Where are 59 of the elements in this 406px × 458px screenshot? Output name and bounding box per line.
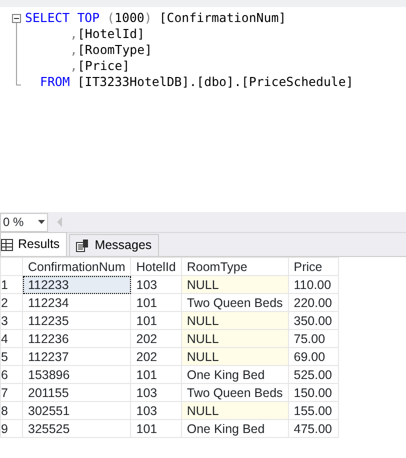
table-cell: NULL [181,402,288,420]
table-cell: 101 [130,312,182,330]
table-cell: 153896 [22,366,131,384]
row-number[interactable]: 9 [0,420,22,438]
table-cell: NULL [181,312,288,330]
table-cell: NULL [181,348,288,366]
table-cell: 101 [130,294,182,312]
table-cell: 150.00 [288,384,338,402]
row-number[interactable]: 5 [0,348,22,366]
table-cell: 110.00 [288,276,338,294]
column-header[interactable]: RoomType [181,258,288,276]
table-cell: 103 [130,384,182,402]
tab[interactable]: Messages [68,234,159,256]
row-number[interactable]: 7 [0,384,22,402]
table-cell: NULL [181,276,288,294]
table-cell: 155.00 [288,402,338,420]
table-cell: 202 [130,330,182,348]
row-number[interactable]: 8 [0,402,22,420]
table-cell: 201155 [22,384,131,402]
table-cell: 112236 [22,330,131,348]
grid-icon [1,238,13,250]
table-cell: 112233 [22,276,131,294]
row-number[interactable]: 1 [0,276,22,294]
table-cell: 103 [130,402,182,420]
code-line: ,[RoomType] [69,42,154,58]
row-number[interactable]: 3 [0,312,22,330]
table-cell: 112234 [22,294,131,312]
table-cell: NULL [181,330,288,348]
table-cell: 220.00 [288,294,338,312]
code-line: FROM [IT3233HotelDB].[dbo].[PriceSchedule] [39,74,354,90]
table-cell: 350.00 [288,312,338,330]
table-cell: 325525 [22,420,131,438]
fold-marker-icon[interactable] [12,14,22,86]
table-cell: 101 [130,366,182,384]
table-cell: 112235 [22,312,131,330]
zoom-dropdown[interactable]: 0 % [0,212,48,232]
column-header[interactable]: Price [288,258,338,276]
table-cell: 101 [130,420,182,438]
tab[interactable]: Results [0,232,67,256]
column-header[interactable]: HotelId [130,258,182,276]
row-number[interactable]: 4 [0,330,22,348]
document-icon [76,239,90,252]
table-cell: 69.00 [288,348,338,366]
table-cell: One King Bed [181,366,288,384]
table-cell: 202 [130,348,182,366]
table-cell: 103 [130,276,182,294]
code-line: ,[HotelId] [69,26,146,42]
table-cell: 475.00 [288,420,338,438]
caret-icon [38,220,45,224]
row-number[interactable]: 6 [0,366,22,384]
column-header[interactable]: ConfirmationNum [22,258,131,276]
table-cell: 302551 [22,402,131,420]
table-cell: 525.00 [288,366,338,384]
row-number[interactable]: 2 [0,294,22,312]
code-line: SELECT TOP (1000) [ConfirmationNum] [24,10,288,26]
table-cell: 75.00 [288,330,338,348]
table-cell: One King Bed [181,420,288,438]
table-cell: 112237 [22,348,131,366]
code-line: ,[Price] [69,58,131,74]
